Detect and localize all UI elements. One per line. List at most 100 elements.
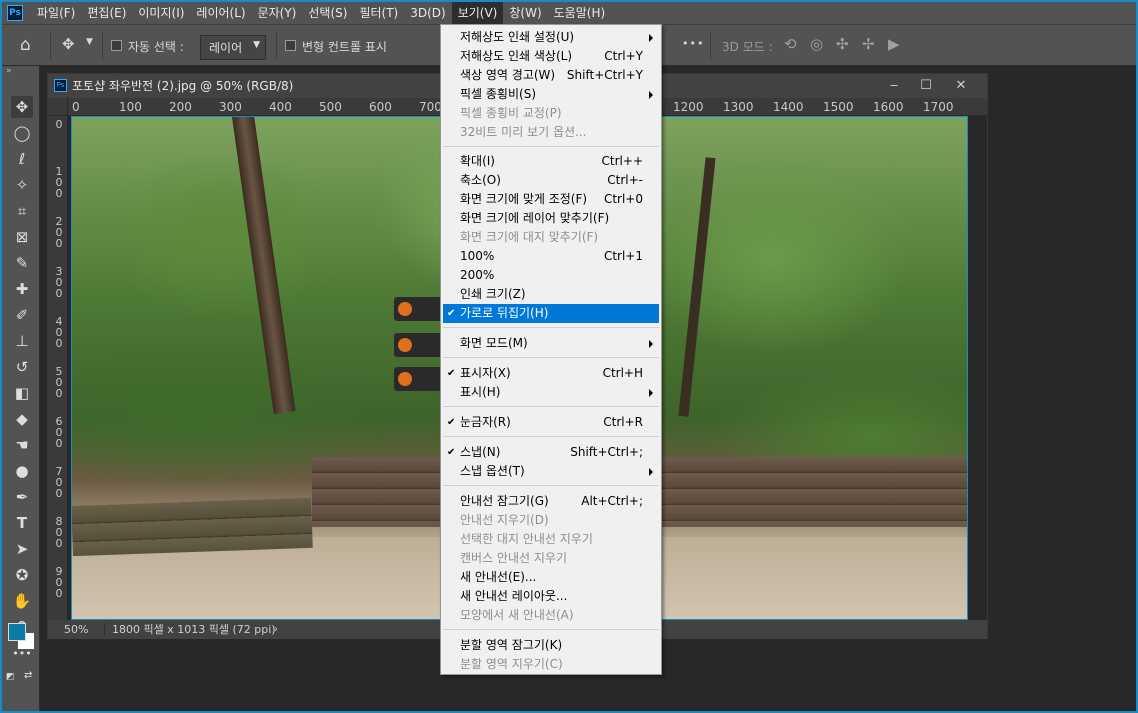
- submenu-arrow-icon: [649, 389, 653, 397]
- auto-select-checkbox[interactable]: [111, 40, 122, 51]
- menu-item-lock-slices[interactable]: 분할 영역 잠그기(K): [443, 636, 659, 655]
- menu-item-lock-guides[interactable]: 안내선 잠그기(G) Alt+Ctrl+;: [443, 492, 659, 511]
- ruler-tick-label: 8 0 0: [55, 515, 63, 550]
- ruler-tick-label: 500: [319, 100, 342, 114]
- menu-edit[interactable]: 편집(E): [81, 2, 132, 24]
- menu-type[interactable]: 문자(Y): [252, 2, 303, 24]
- close-icon[interactable]: ✕: [945, 74, 977, 98]
- eyedropper-icon[interactable]: ✎: [11, 252, 33, 274]
- menu-separator: [443, 406, 659, 407]
- foreground-color-swatch[interactable]: [8, 623, 26, 641]
- 3d-orbit-icon[interactable]: ⟲: [784, 35, 797, 53]
- menu-item-gamut-warning[interactable]: 색상 영역 경고(W) Shift+Ctrl+Y: [443, 66, 659, 85]
- zoom-level[interactable]: 50%: [64, 620, 88, 639]
- transform-controls-checkbox[interactable]: [285, 40, 296, 51]
- minimize-icon[interactable]: ‒: [878, 74, 910, 98]
- collapse-panel-icon[interactable]: »: [6, 66, 12, 76]
- ruler-tick-label: 1200: [673, 100, 704, 114]
- frame-tool-icon[interactable]: ⊠: [11, 226, 33, 248]
- tree-trunk: [678, 157, 716, 417]
- history-brush-icon[interactable]: ↺: [11, 356, 33, 378]
- menu-item-show[interactable]: 표시(H): [443, 383, 659, 402]
- menu-item-extras[interactable]: ✔ 표시자(X) Ctrl+H: [443, 364, 659, 383]
- maximize-icon[interactable]: ☐: [910, 74, 942, 98]
- chevron-right-icon[interactable]: ›: [274, 620, 278, 639]
- brush-tool-icon[interactable]: ✐: [11, 304, 33, 326]
- menu-3d[interactable]: 3D(D): [404, 2, 451, 24]
- chevron-down-icon[interactable]: ▼: [86, 37, 93, 47]
- dodge-tool-icon[interactable]: ●: [11, 460, 33, 482]
- menu-file[interactable]: 파일(F): [31, 2, 81, 24]
- default-colors-icon[interactable]: ◩: [6, 672, 15, 682]
- auto-select-label: 자동 선택 :: [128, 40, 184, 54]
- menu-item-zoom-in[interactable]: 확대(I) Ctrl++: [443, 152, 659, 171]
- ruler-corner[interactable]: [48, 98, 68, 116]
- ruler-tick-label: 1700: [923, 100, 954, 114]
- ruler-tick-label: 0: [55, 118, 63, 131]
- checkmark-icon: ✔: [447, 308, 456, 319]
- eraser-tool-icon[interactable]: ◧: [11, 382, 33, 404]
- menu-layer[interactable]: 레이어(L): [190, 2, 251, 24]
- ruler-tick-label: 300: [219, 100, 242, 114]
- more-options-button[interactable]: •••: [682, 37, 704, 50]
- view-menu-dropdown: 저해상도 인쇄 설정(U) 저해상도 인쇄 색상(L) Ctrl+Y 색상 영역 …: [440, 24, 662, 675]
- menu-item-fit-on-screen[interactable]: 화면 크기에 맞게 조정(F) Ctrl+0: [443, 190, 659, 209]
- menu-item-flip-horizontal[interactable]: ✔ 가로로 뒤집기(H): [443, 304, 659, 323]
- menu-select[interactable]: 선택(S): [302, 2, 353, 24]
- ruler-tick-label: 700: [419, 100, 442, 114]
- custom-shape-icon[interactable]: ✪: [11, 564, 33, 586]
- menu-item-200-percent[interactable]: 200%: [443, 266, 659, 285]
- path-selection-icon[interactable]: ➤: [11, 538, 33, 560]
- menu-image[interactable]: 이미지(I): [132, 2, 190, 24]
- ruler-tick-label: 1600: [873, 100, 904, 114]
- auto-select-dropdown[interactable]: 레이어 ▼: [200, 35, 266, 60]
- swap-colors-icon[interactable]: ⇄: [24, 670, 32, 681]
- menu-item-rulers[interactable]: ✔ 눈금자(R) Ctrl+R: [443, 413, 659, 432]
- menu-item-new-guide[interactable]: 새 안내선(E)...: [443, 568, 659, 587]
- ruler-tick-label: 400: [269, 100, 292, 114]
- hand-tool-icon[interactable]: ✋: [11, 590, 33, 612]
- ruler-tick-label: 3 0 0: [55, 265, 63, 300]
- move-tool-icon[interactable]: ✥: [62, 35, 75, 53]
- elliptical-marquee-icon[interactable]: ◯: [11, 122, 33, 144]
- menu-separator: [443, 436, 659, 437]
- checkmark-icon: ✔: [447, 447, 456, 458]
- menu-item-zoom-out[interactable]: 축소(O) Ctrl+-: [443, 171, 659, 190]
- menu-view[interactable]: 보기(V): [451, 2, 504, 24]
- 3d-scale-icon[interactable]: ▶: [888, 35, 900, 53]
- lasso-tool-icon[interactable]: ℓ: [11, 148, 33, 170]
- pen-tool-icon[interactable]: ✒: [11, 486, 33, 508]
- paint-bucket-icon[interactable]: ◆: [11, 408, 33, 430]
- menu-item-proof-setup[interactable]: 저해상도 인쇄 설정(U): [443, 28, 659, 47]
- 3d-pan-icon[interactable]: ✣: [836, 35, 849, 53]
- menu-item-print-size[interactable]: 인쇄 크기(Z): [443, 285, 659, 304]
- vertical-ruler[interactable]: 0 1 0 0 2 0 0 3 0 0 4 0 0 5 0 0 6 0 0 7 …: [48, 116, 68, 620]
- menu-item-proof-colors[interactable]: 저해상도 인쇄 색상(L) Ctrl+Y: [443, 47, 659, 66]
- crop-tool-icon[interactable]: ⌗: [11, 200, 33, 222]
- ruler-tick-label: 7 0 0: [55, 465, 63, 500]
- 3d-slide-icon[interactable]: ✢: [862, 35, 875, 53]
- menu-item-pixel-aspect-ratio[interactable]: 픽셀 종횡비(S): [443, 85, 659, 104]
- menu-window[interactable]: 창(W): [503, 2, 547, 24]
- ruler-tick-label: 600: [369, 100, 392, 114]
- clone-stamp-icon[interactable]: ⊥: [11, 330, 33, 352]
- menu-item-screen-mode[interactable]: 화면 모드(M): [443, 334, 659, 353]
- home-icon[interactable]: ⌂: [20, 35, 31, 55]
- magic-wand-icon[interactable]: ✧: [11, 174, 33, 196]
- menu-item-100-percent[interactable]: 100% Ctrl+1: [443, 247, 659, 266]
- menu-item-snap[interactable]: ✔ 스냅(N) Shift+Ctrl+;: [443, 443, 659, 462]
- menu-item-fit-layer[interactable]: 화면 크기에 레이어 맞추기(F): [443, 209, 659, 228]
- type-tool-icon[interactable]: T: [11, 512, 33, 534]
- menu-item-new-guide-layout[interactable]: 새 안내선 레이아웃...: [443, 587, 659, 606]
- menu-filter[interactable]: 필터(T): [353, 2, 404, 24]
- healing-brush-icon[interactable]: ✚: [11, 278, 33, 300]
- menu-help[interactable]: 도움말(H): [548, 2, 612, 24]
- menu-item-snap-to[interactable]: 스냅 옵션(T): [443, 462, 659, 481]
- checkmark-icon: ✔: [447, 368, 456, 379]
- move-tool-icon[interactable]: ✥: [11, 96, 33, 118]
- document-size-info: 1800 픽셀 x 1013 픽셀 (72 ppi): [112, 623, 276, 636]
- ruler-tick-label: 1 0 0: [55, 165, 63, 200]
- 3d-mode-label: 3D 모드 :: [722, 40, 773, 54]
- 3d-roll-icon[interactable]: ◎: [810, 35, 823, 53]
- smudge-tool-icon[interactable]: ☚: [11, 434, 33, 456]
